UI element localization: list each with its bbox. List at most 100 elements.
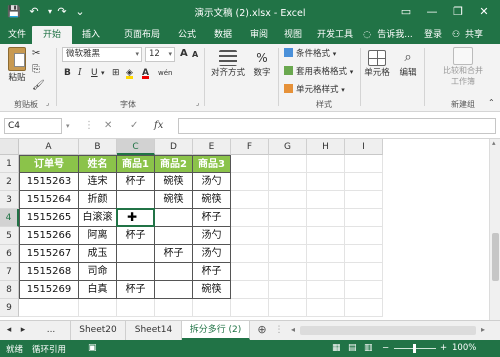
page-break-view-icon[interactable]: ▥	[364, 343, 373, 353]
empty-cell[interactable]	[269, 263, 307, 281]
table-cell[interactable]	[117, 263, 155, 281]
empty-cell[interactable]	[193, 299, 231, 317]
empty-cell[interactable]	[231, 245, 269, 263]
font-name-combo[interactable]: 微软雅黑 ▾	[62, 47, 142, 62]
empty-cell[interactable]	[269, 281, 307, 299]
empty-cell[interactable]	[345, 281, 383, 299]
empty-cell[interactable]	[231, 281, 269, 299]
empty-cell[interactable]	[345, 155, 383, 173]
table-cell[interactable]: 碗筷	[193, 281, 231, 299]
empty-cell[interactable]	[269, 209, 307, 227]
share-button[interactable]: 共享	[462, 26, 486, 44]
empty-cell[interactable]	[231, 191, 269, 209]
font-launcher-icon[interactable]: ⌟	[196, 99, 199, 107]
prev-sheet-icon[interactable]: ◂	[2, 321, 16, 340]
cancel-entry-icon[interactable]: ✕	[104, 118, 112, 134]
empty-cell[interactable]	[345, 227, 383, 245]
tab-formulas[interactable]: 公式	[172, 26, 202, 44]
empty-cell[interactable]	[19, 299, 79, 317]
table-cell[interactable]: 阿离	[79, 227, 117, 245]
table-cell[interactable]: 碗筷	[155, 191, 193, 209]
borders-icon[interactable]: ⊞	[112, 66, 120, 80]
table-cell[interactable]: 杯子	[117, 227, 155, 245]
table-cell[interactable]: 杯子	[193, 263, 231, 281]
empty-cell[interactable]	[345, 245, 383, 263]
status-circular-reference[interactable]: 循环引用	[32, 343, 66, 355]
table-cell[interactable]: 成玉	[79, 245, 117, 263]
table-cell[interactable]: 1515265	[19, 209, 79, 227]
underline-button[interactable]: U	[91, 66, 98, 80]
zoom-in-icon[interactable]: +	[440, 343, 447, 353]
horizontal-scroll-thumb[interactable]	[300, 326, 476, 335]
table-cell[interactable]: 1515264	[19, 191, 79, 209]
row-header-2[interactable]: 2	[0, 173, 19, 191]
row-header-7[interactable]: 7	[0, 263, 19, 281]
sheet-tab[interactable]: Sheet20	[70, 321, 126, 340]
normal-view-icon[interactable]: ▦	[332, 343, 341, 353]
table-cell[interactable]: 汤勺	[193, 173, 231, 191]
format-painter-icon[interactable]: 🖌	[32, 80, 45, 91]
add-sheet-icon[interactable]: ⊕	[254, 321, 270, 340]
tab-file[interactable]: 文件	[4, 26, 30, 44]
table-cell[interactable]: 杯子	[155, 245, 193, 263]
table-header-cell[interactable]: 商品2	[155, 155, 193, 173]
empty-cell[interactable]	[345, 191, 383, 209]
empty-cell[interactable]	[307, 281, 345, 299]
copy-icon[interactable]: ⎘	[32, 64, 40, 75]
column-header-h[interactable]: H	[307, 139, 345, 155]
tab-review[interactable]: 审阅	[244, 26, 274, 44]
empty-cell[interactable]	[307, 227, 345, 245]
table-cell[interactable]: 白滚滚	[79, 209, 117, 227]
table-cell[interactable]: 1515267	[19, 245, 79, 263]
table-cell[interactable]: 碗筷	[193, 191, 231, 209]
name-box-dropdown-icon[interactable]: ▾	[66, 118, 70, 134]
row-header-1[interactable]: 1	[0, 155, 19, 173]
lightbulb-icon[interactable]: ◌	[362, 26, 372, 44]
empty-cell[interactable]	[231, 155, 269, 173]
empty-cell[interactable]	[231, 299, 269, 317]
zoom-slider-thumb[interactable]	[413, 344, 416, 353]
table-cell[interactable]: 连宋	[79, 173, 117, 191]
underline-dropdown-icon[interactable]: ▾	[101, 66, 105, 80]
empty-cell[interactable]	[307, 173, 345, 191]
table-cell[interactable]	[155, 263, 193, 281]
table-cell[interactable]	[155, 281, 193, 299]
name-box[interactable]: C4	[4, 118, 62, 134]
row-header-9[interactable]: 9	[0, 299, 19, 317]
font-size-combo[interactable]: 12 ▾	[145, 47, 175, 62]
tab-developer[interactable]: 开发工具	[312, 26, 358, 44]
alignment-button[interactable]: 对齐方式	[208, 50, 248, 78]
collapse-ribbon-icon[interactable]: ⌃	[488, 98, 495, 107]
tell-me-search[interactable]: 告诉我...	[372, 26, 418, 44]
minimize-button[interactable]: —	[420, 3, 444, 21]
macro-record-icon[interactable]: ▣	[88, 343, 97, 353]
column-header-g[interactable]: G	[269, 139, 307, 155]
scroll-up-icon[interactable]: ▴	[492, 139, 496, 147]
empty-cell[interactable]	[231, 209, 269, 227]
empty-cell[interactable]	[269, 299, 307, 317]
sheet-tab[interactable]: Sheet14	[126, 321, 182, 340]
editing-button[interactable]: ⌕ 编辑	[396, 50, 420, 78]
conditional-format-button[interactable]: 条件格式 ▾	[284, 47, 336, 59]
table-cell[interactable]: 司命	[79, 263, 117, 281]
compare-merge-button[interactable]: 比较和合并 工作簿	[428, 47, 498, 87]
empty-cell[interactable]	[79, 299, 117, 317]
next-sheet-icon[interactable]: ▸	[16, 321, 30, 340]
tab-home[interactable]: 开始	[32, 26, 72, 44]
empty-cell[interactable]	[269, 155, 307, 173]
page-layout-view-icon[interactable]: ▤	[348, 343, 357, 353]
column-header-i[interactable]: I	[345, 139, 383, 155]
italic-button[interactable]: I	[78, 66, 82, 80]
table-cell[interactable]: 1515268	[19, 263, 79, 281]
table-cell[interactable]: 汤勺	[193, 245, 231, 263]
empty-cell[interactable]	[269, 227, 307, 245]
paste-button[interactable]: 粘贴	[6, 47, 28, 83]
empty-cell[interactable]	[307, 299, 345, 317]
row-header-5[interactable]: 5	[0, 227, 19, 245]
table-cell[interactable]	[117, 245, 155, 263]
vertical-scrollbar[interactable]: ▴	[489, 139, 500, 320]
zoom-level[interactable]: 100%	[452, 343, 476, 353]
cell-styles-button[interactable]: 单元格样式 ▾	[284, 83, 345, 95]
empty-cell[interactable]	[231, 173, 269, 191]
empty-cell[interactable]	[345, 209, 383, 227]
